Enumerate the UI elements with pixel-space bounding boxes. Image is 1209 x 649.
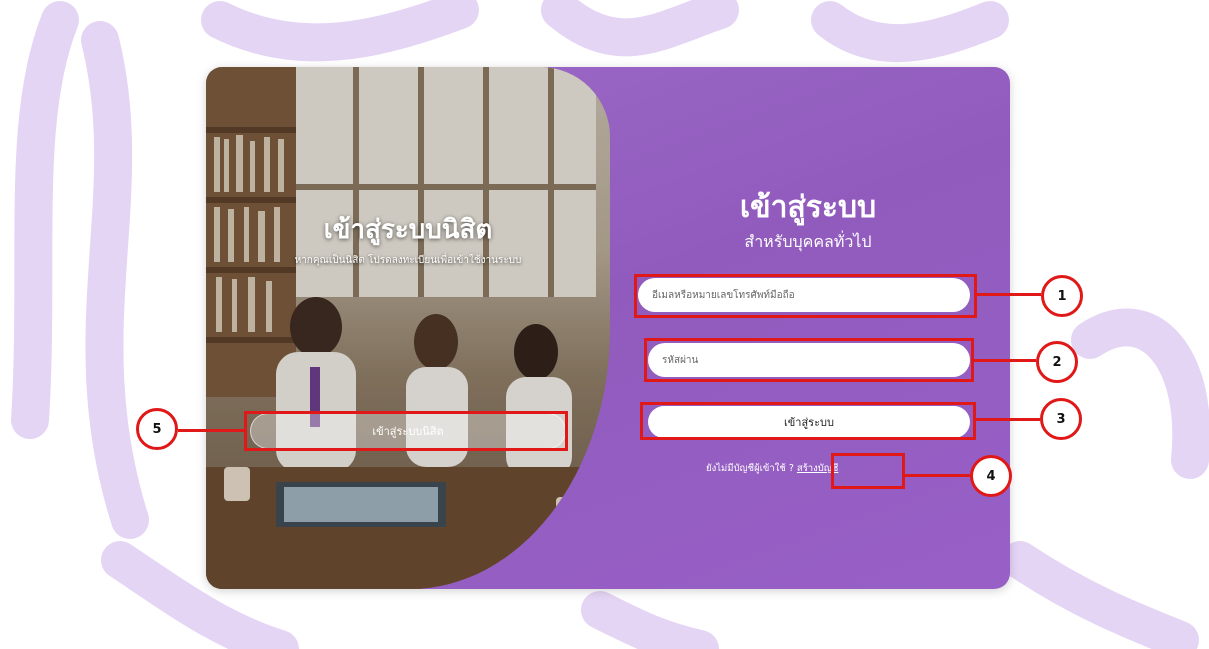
login-button[interactable]: เข้าสู่ระบบ	[648, 406, 970, 438]
no-account-text: ยังไม่มีบัญชีผู้เข้าใช้ ?	[706, 463, 794, 474]
photo-overlay	[206, 67, 610, 589]
callout-3: 3	[1040, 398, 1082, 440]
student-login-button[interactable]: เข้าสู่ระบบนิสิต	[250, 413, 566, 449]
leader-line-3	[976, 418, 1040, 421]
login-card: เข้าสู่ระบบนิสิต หากคุณเป็นนิสิต โปรดลงท…	[206, 67, 1010, 589]
login-title: เข้าสู่ระบบ	[739, 190, 877, 225]
email-field[interactable]	[638, 278, 970, 312]
student-login-subtitle: หากคุณเป็นนิสิต โปรดลงทะเบียนเพื่อเข้าใช…	[294, 255, 522, 266]
leader-line-1	[977, 293, 1041, 296]
callout-5: 5	[136, 408, 178, 450]
callout-2: 2	[1036, 341, 1078, 383]
signup-row: ยังไม่มีบัญชีผู้เข้าใช้ ? สร้างบัญชี	[706, 461, 838, 476]
callout-1: 1	[1041, 275, 1083, 317]
create-account-link[interactable]: สร้างบัญชี	[797, 463, 838, 474]
leader-line-2	[974, 359, 1036, 362]
student-photo-panel: เข้าสู่ระบบนิสิต หากคุณเป็นนิสิต โปรดลงท…	[206, 67, 610, 589]
leader-line-5	[178, 429, 244, 432]
password-field[interactable]	[648, 343, 970, 377]
login-subtitle: สำหรับบุคคลทั่วไป	[744, 232, 872, 251]
callout-4: 4	[970, 455, 1012, 497]
leader-line-4	[905, 474, 970, 477]
student-login-title: เข้าสู่ระบบนิสิต	[323, 215, 493, 245]
